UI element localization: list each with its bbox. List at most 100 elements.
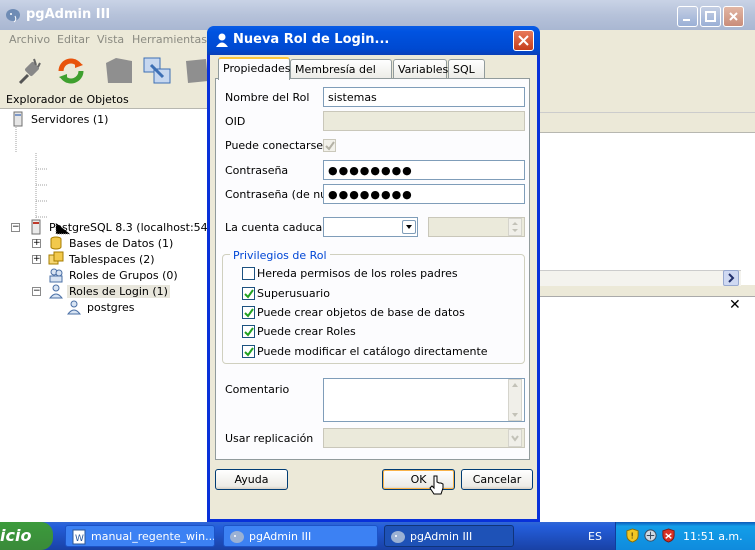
- chevron-down-icon: [511, 435, 519, 442]
- comentario-scrollbar[interactable]: [508, 379, 522, 421]
- refresh-icon[interactable]: [55, 55, 87, 87]
- cancel-button[interactable]: Cancelar: [461, 469, 533, 490]
- hereda-checkbox[interactable]: [242, 267, 255, 280]
- expander-collapse[interactable]: −: [32, 287, 41, 296]
- main-close-button[interactable]: [723, 6, 744, 27]
- task-pgadmin-1[interactable]: pgAdmin III: [223, 525, 378, 547]
- tab-sql[interactable]: SQL: [448, 59, 485, 79]
- contrasena-label: Contraseña: [225, 164, 289, 177]
- svg-text:!: !: [631, 531, 634, 540]
- tree-item-roles-de-grupos[interactable]: Roles de Grupos (0): [48, 267, 180, 283]
- close-icon: [518, 35, 529, 46]
- contrasena-repeat-label: Contraseña (de nuevo): [225, 188, 323, 201]
- user-icon: [66, 300, 82, 315]
- sql-pane: [536, 296, 755, 522]
- hereda-label: Hereda permisos de los roles padres: [257, 267, 458, 280]
- help-button[interactable]: Ayuda: [215, 469, 288, 490]
- task-label: manual_regente_win...: [91, 530, 215, 543]
- tree-item-tablespaces[interactable]: Tablespaces (2): [48, 251, 157, 267]
- checkmark-icon: [244, 327, 254, 337]
- tree-item-postgres[interactable]: postgres: [66, 299, 137, 315]
- tree-item-postgresql-server[interactable]: PostgreSQL 8.3 (localhost:5432): [28, 219, 228, 235]
- replicacion-dropdown-button: [508, 429, 522, 447]
- properties-pane: [536, 112, 755, 285]
- pane-close-icon[interactable]: ✕: [729, 297, 741, 313]
- object-explorer-header: Explorador de Objetos: [0, 92, 211, 109]
- user-icon: [216, 33, 228, 47]
- nombre-label: Nombre del Rol: [225, 91, 310, 104]
- tree-label: Bases de Datos (1): [69, 236, 174, 250]
- superusuario-checkbox[interactable]: [242, 287, 255, 300]
- menu-archivo[interactable]: Archivo: [9, 33, 50, 46]
- minimize-button[interactable]: [677, 6, 698, 27]
- language-indicator[interactable]: ES: [588, 530, 602, 543]
- privileges-legend: Privilegios de Rol: [230, 249, 330, 262]
- svg-text:W: W: [75, 534, 84, 544]
- tree-label: PostgreSQL 8.3 (localhost:5432): [49, 220, 226, 234]
- puede-conectarse-checkbox: [323, 139, 336, 152]
- tree-label: Roles de Login (1): [67, 284, 170, 298]
- dialog-title: Nueva Rol de Login...: [233, 32, 390, 47]
- chevron-down-icon: [406, 225, 412, 229]
- checkmark-icon: [244, 347, 254, 357]
- tree-label: Servidores (1): [31, 112, 109, 126]
- tab-membresia[interactable]: Membresía del Role: [290, 59, 392, 89]
- contrasena-repeat-input[interactable]: ●●●●●●●●: [323, 184, 525, 204]
- crear-roles-label: Puede crear Roles: [257, 325, 356, 338]
- security-shield-icon[interactable]: !: [625, 528, 640, 543]
- expander-expand[interactable]: +: [32, 255, 41, 264]
- tree-item-roles-de-login[interactable]: Roles de Login (1): [48, 283, 170, 299]
- cuenta-caduca-label: La cuenta caduca: [225, 221, 323, 234]
- replicacion-select: [323, 428, 525, 448]
- dialog-title-bar[interactable]: Nueva Rol de Login...: [207, 26, 540, 55]
- menu-editar[interactable]: Editar: [57, 33, 90, 46]
- dialog-close-button[interactable]: [513, 30, 534, 51]
- database-icon: [50, 236, 62, 250]
- object-explorer: Explorador de Objetos Servidores (1) − P…: [0, 92, 226, 522]
- task-pgadmin-2[interactable]: pgAdmin III: [384, 525, 514, 547]
- tablespace-icon: [48, 251, 64, 265]
- connect-plug-icon[interactable]: [14, 55, 46, 87]
- modificar-catalogo-label: Puede modificar el catálogo directamente: [257, 345, 488, 358]
- horizontal-scrollbar[interactable]: [536, 270, 741, 286]
- tab-variables[interactable]: Variables: [393, 59, 448, 79]
- taskbar: icio W manual_regente_win... pgAdmin III…: [0, 522, 755, 550]
- antivirus-shield-icon[interactable]: [661, 528, 676, 543]
- network-icon[interactable]: [643, 528, 658, 543]
- crear-objetos-checkbox[interactable]: [242, 306, 255, 319]
- main-window-title: pgAdmin III: [26, 7, 111, 22]
- properties-icon[interactable]: [103, 55, 135, 87]
- checkmark-icon: [244, 289, 254, 299]
- comentario-textarea[interactable]: [323, 378, 525, 422]
- server-icon: [31, 219, 41, 235]
- scroll-right-button[interactable]: [723, 270, 739, 286]
- maximize-button[interactable]: [700, 6, 721, 27]
- date-dropdown-button[interactable]: [402, 220, 416, 234]
- tree-item-servidores[interactable]: Servidores (1): [10, 111, 110, 127]
- start-button[interactable]: icio: [0, 522, 53, 550]
- checkmark-icon: [325, 141, 335, 151]
- tree-label: Roles de Grupos (0): [69, 268, 178, 282]
- time-spinner: [508, 218, 522, 236]
- mouse-cursor-icon: [429, 475, 444, 495]
- create-object-icon[interactable]: [141, 55, 173, 87]
- crear-roles-checkbox[interactable]: [242, 325, 255, 338]
- close-icon: [729, 12, 738, 21]
- expander-expand[interactable]: +: [32, 239, 41, 248]
- task-manual-regente[interactable]: W manual_regente_win...: [65, 525, 215, 547]
- contrasena-input[interactable]: ●●●●●●●●: [323, 160, 525, 180]
- minimize-icon: [683, 19, 690, 21]
- tab-propiedades[interactable]: Propiedades: [218, 57, 290, 80]
- nombre-input[interactable]: sistemas: [323, 87, 525, 107]
- login-roles-icon: [48, 284, 64, 299]
- chevron-right-icon: [728, 273, 735, 283]
- maximize-icon: [705, 11, 716, 22]
- expander-collapse[interactable]: −: [11, 223, 20, 232]
- oid-input: [323, 111, 525, 131]
- modificar-catalogo-checkbox[interactable]: [242, 345, 255, 358]
- tree-item-bases-de-datos[interactable]: Bases de Datos (1): [48, 235, 175, 251]
- superusuario-label: Superusuario: [257, 287, 330, 300]
- menu-herramientas[interactable]: Herramientas: [132, 33, 207, 46]
- clock[interactable]: 11:51 a.m.: [683, 530, 743, 543]
- menu-vista[interactable]: Vista: [97, 33, 124, 46]
